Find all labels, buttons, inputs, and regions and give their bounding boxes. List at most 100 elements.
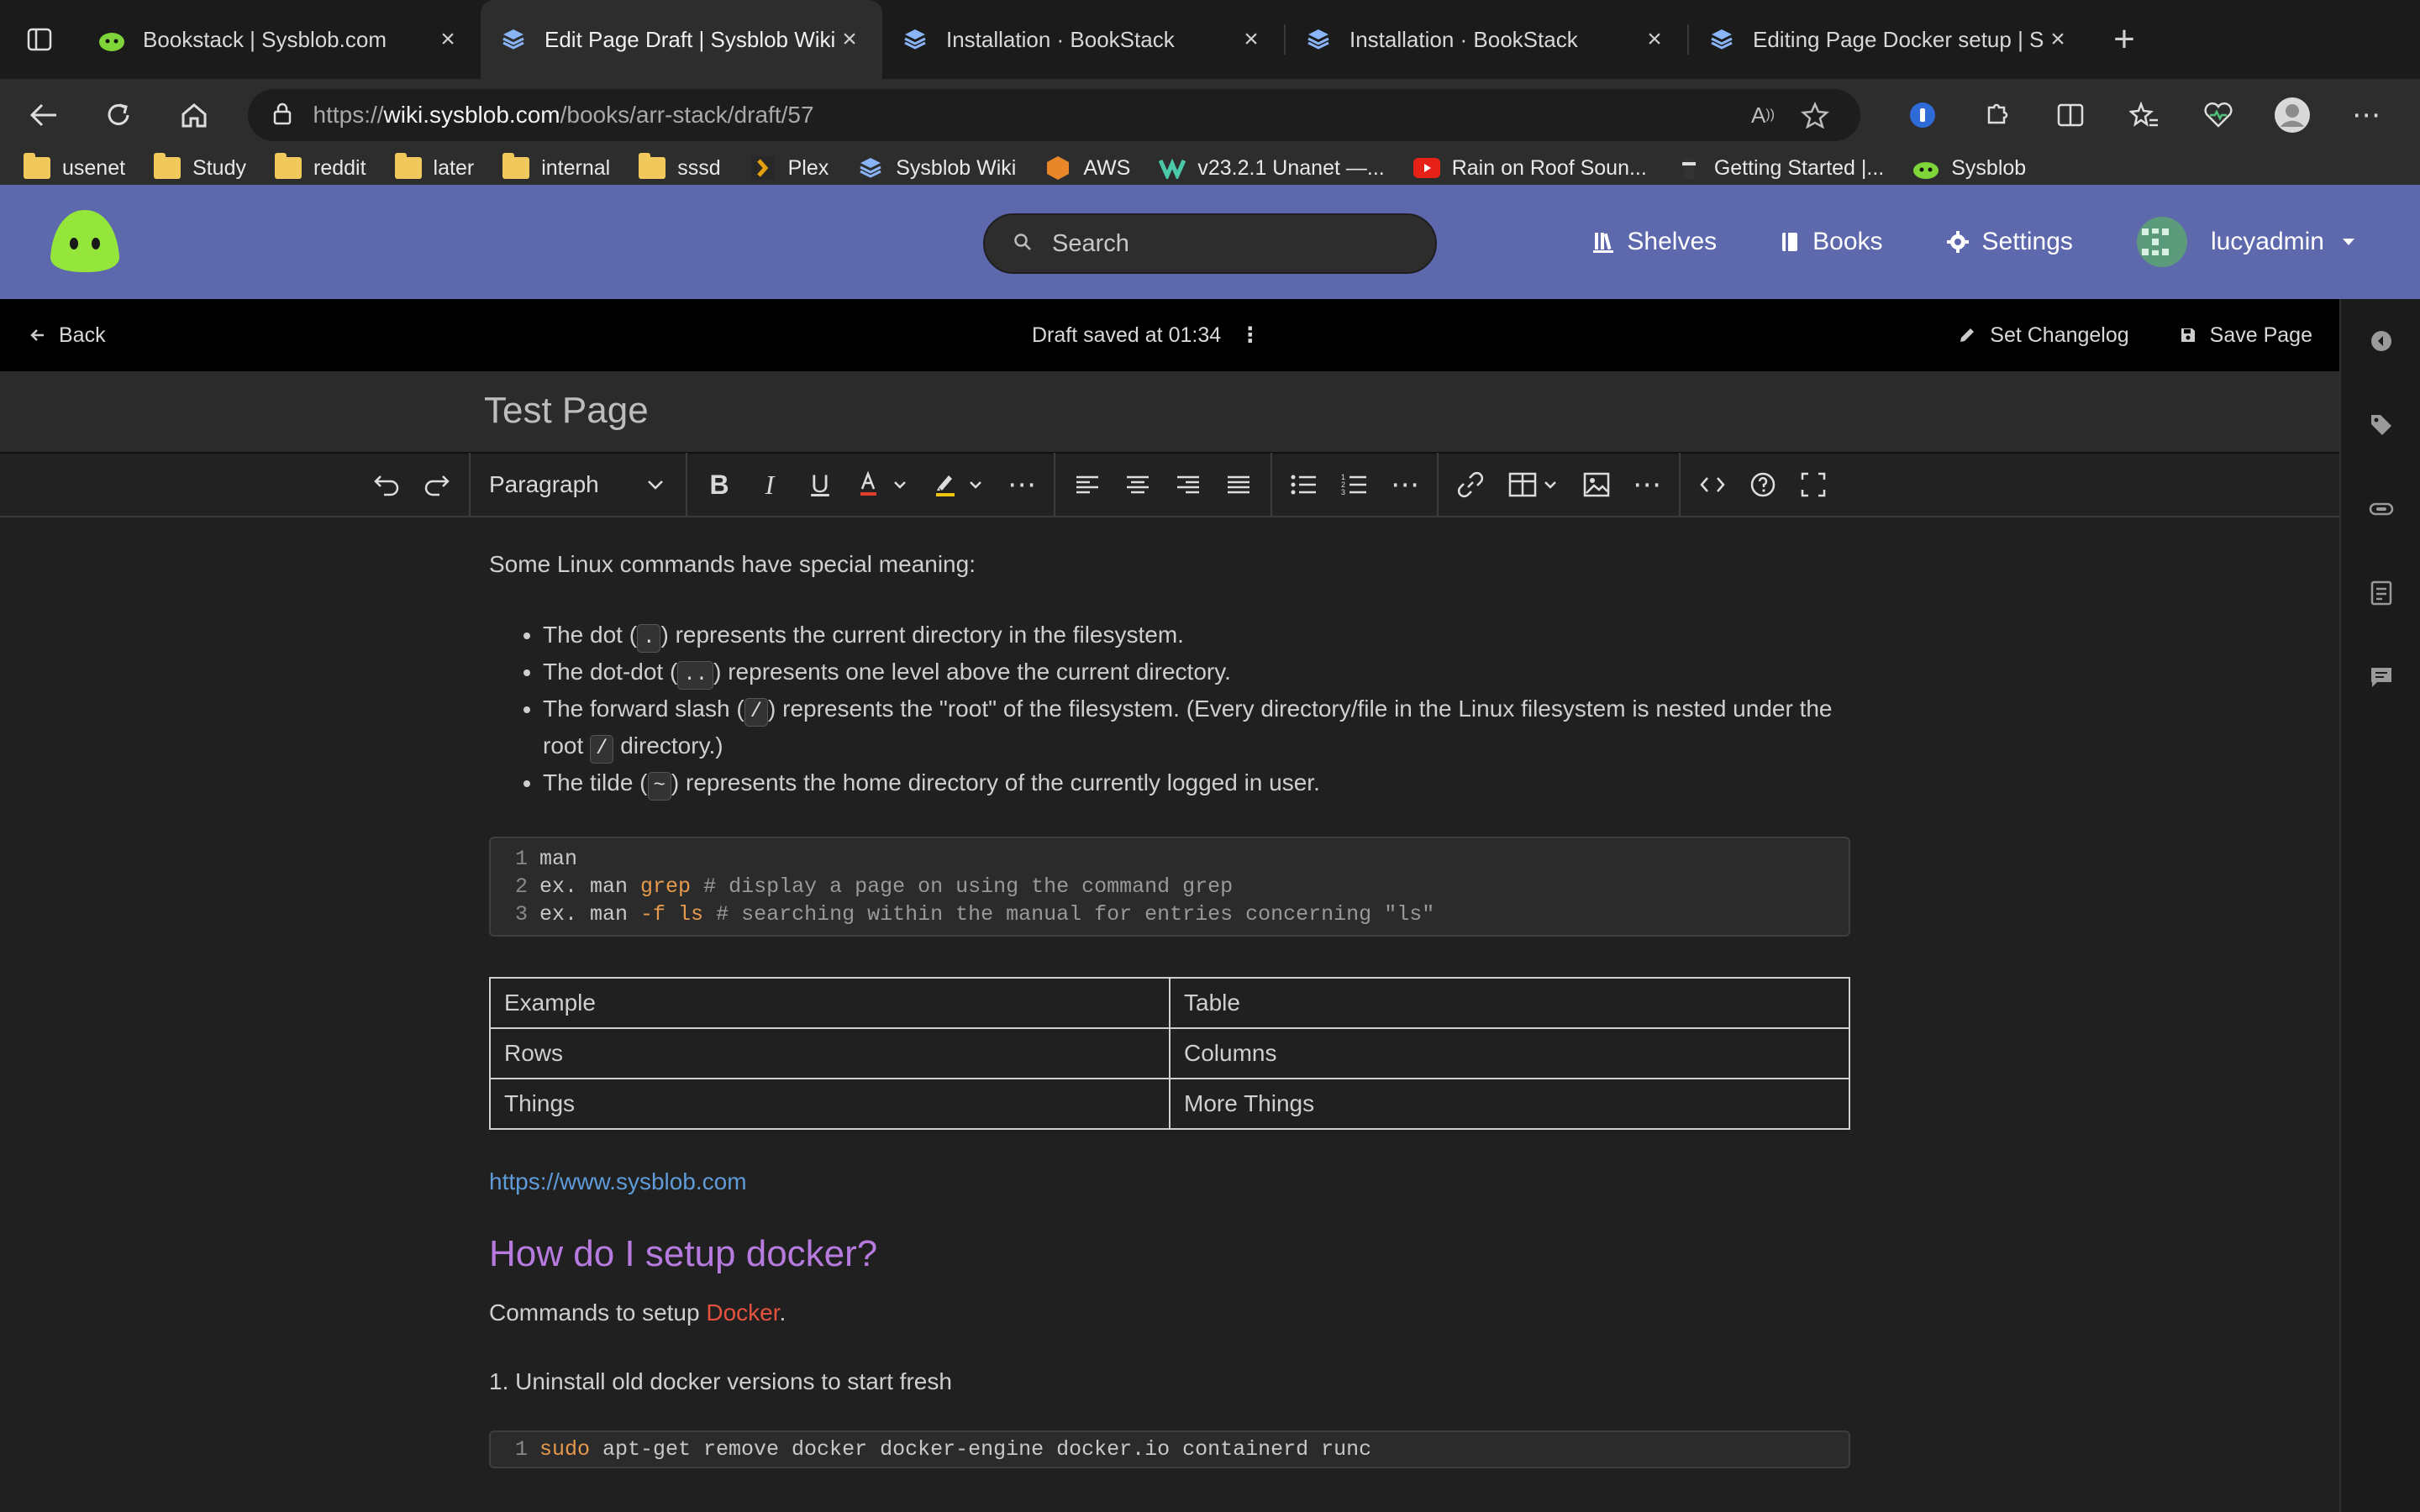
new-tab-button[interactable]: + — [2091, 0, 2158, 79]
lock-icon[interactable] — [273, 102, 292, 129]
close-icon[interactable]: × — [1237, 25, 1265, 54]
youtube-icon — [1413, 155, 1440, 181]
bookmark-unanet[interactable]: v23.2.1 Unanet —... — [1159, 155, 1385, 181]
bookmark-getting-started[interactable]: Getting Started |... — [1676, 155, 1884, 181]
bold-icon[interactable]: B — [694, 461, 744, 508]
bullet-list-icon[interactable] — [1279, 461, 1329, 508]
image-icon[interactable] — [1571, 461, 1622, 508]
nav-shelves[interactable]: Shelves — [1593, 228, 1717, 256]
sysblob-link[interactable]: https://www.sysblob.com — [489, 1163, 1850, 1200]
read-aloud-icon[interactable]: A)) — [1743, 95, 1783, 135]
url-text[interactable]: https://wiki.sysblob.com/books/arr-stack… — [313, 102, 1731, 129]
extensions-icon[interactable] — [1960, 88, 2033, 142]
browser-tab[interactable]: Bookstack | Sysblob.com × — [79, 0, 481, 79]
close-icon[interactable]: × — [2044, 25, 2072, 54]
password-manager-icon[interactable] — [1886, 88, 1960, 142]
favorites-icon[interactable] — [2107, 88, 2181, 142]
bookmark-study[interactable]: Study — [154, 153, 246, 181]
browser-tab[interactable]: Installation · BookStack × — [882, 0, 1284, 79]
table-cell[interactable]: Columns — [1169, 1027, 1850, 1079]
bookstack-logo-icon[interactable] — [47, 207, 123, 276]
italic-icon[interactable]: I — [744, 461, 795, 508]
bookstack-blue-icon — [1304, 25, 1333, 54]
user-menu[interactable]: lucyadmin — [2136, 217, 2370, 267]
search-input[interactable] — [1052, 229, 1405, 258]
back-arrow-icon — [30, 329, 44, 341]
kebab-menu-icon[interactable]: ⋮ — [1239, 323, 1260, 348]
bookmark-internal[interactable]: internal — [502, 153, 610, 181]
set-changelog-button[interactable]: Set Changelog — [1958, 323, 2129, 348]
more-insert-icon[interactable]: ⋯ — [1622, 461, 1672, 508]
link-icon[interactable] — [1445, 461, 1496, 508]
comments-icon[interactable] — [2341, 635, 2420, 719]
close-icon[interactable]: × — [835, 25, 864, 54]
table-icon[interactable] — [1496, 461, 1571, 508]
more-menu-icon[interactable]: ⋯ — [2329, 88, 2403, 142]
table-cell[interactable]: Table — [1169, 977, 1850, 1029]
bookmark-rain-on-roof[interactable]: Rain on Roof Soun... — [1413, 155, 1647, 181]
favorite-star-icon[interactable] — [1795, 95, 1835, 135]
attachment-icon[interactable] — [2341, 467, 2420, 551]
source-code-icon[interactable] — [1687, 461, 1738, 508]
back-arrow-icon[interactable] — [17, 88, 71, 142]
templates-icon[interactable] — [2341, 551, 2420, 635]
draft-status[interactable]: Draft saved at 01:34 ⋮ — [1032, 323, 1260, 348]
address-bar[interactable]: https://wiki.sysblob.com/books/arr-stack… — [247, 89, 1860, 141]
home-icon[interactable] — [167, 88, 221, 142]
browser-essentials-icon[interactable] — [2181, 88, 2255, 142]
docker-link[interactable]: Docker — [706, 1299, 779, 1326]
page-title-input[interactable] — [484, 390, 1492, 432]
undo-icon[interactable] — [361, 461, 412, 508]
fullscreen-icon[interactable] — [1788, 461, 1839, 508]
split-screen-icon[interactable] — [2033, 88, 2107, 142]
header-search[interactable] — [983, 213, 1437, 274]
code-block[interactable]: 1 sudo apt-get remove docker docker-engin… — [489, 1431, 1850, 1468]
bookmark-sssd[interactable]: sssd — [639, 153, 721, 181]
document-body[interactable]: Some Linux commands have special meaning… — [489, 517, 1850, 1468]
table-cell[interactable]: Things — [489, 1078, 1171, 1130]
bookmark-sysblob-wiki[interactable]: Sysblob Wiki — [857, 155, 1016, 181]
browser-tab-active[interactable]: Edit Page Draft | Sysblob Wiki × — [481, 0, 882, 79]
table-cell[interactable]: Example — [489, 977, 1171, 1029]
close-icon[interactable]: × — [434, 25, 462, 54]
code-block[interactable]: 1 man 2 ex. man grep # display a page on u… — [489, 837, 1850, 937]
more-lists-icon[interactable]: ⋯ — [1380, 461, 1430, 508]
content-table[interactable]: Example Table Rows Columns Things More Thin… — [489, 977, 1850, 1130]
redo-icon[interactable] — [412, 461, 462, 508]
bookmark-later[interactable]: later — [394, 153, 474, 181]
profile-avatar-icon[interactable] — [2255, 88, 2329, 142]
browser-tab[interactable]: Installation · BookStack × — [1286, 0, 1687, 79]
underline-icon[interactable]: U — [795, 461, 845, 508]
align-justify-icon[interactable] — [1213, 461, 1264, 508]
close-icon[interactable]: × — [1640, 25, 1669, 54]
save-page-button[interactable]: Save Page — [2180, 323, 2312, 348]
numbered-list-icon[interactable]: 123 — [1329, 461, 1380, 508]
align-right-icon[interactable] — [1163, 461, 1213, 508]
bookmark-sysblob[interactable]: Sysblob — [1912, 155, 2026, 181]
text-color-icon[interactable] — [845, 461, 921, 508]
folder-icon — [275, 153, 302, 181]
refresh-icon[interactable] — [92, 88, 146, 142]
highlight-color-icon[interactable] — [921, 461, 997, 508]
nav-books[interactable]: Books — [1781, 228, 1883, 256]
bookmark-reddit[interactable]: reddit — [275, 153, 366, 181]
bookmark-aws[interactable]: AWS — [1044, 155, 1130, 181]
bookmark-usenet[interactable]: usenet — [24, 153, 125, 181]
browser-tab[interactable]: Editing Page Docker setup | Sy × — [1689, 0, 2091, 79]
tab-actions-icon[interactable] — [0, 0, 79, 79]
tag-icon[interactable] — [2341, 383, 2420, 467]
align-left-icon[interactable] — [1062, 461, 1113, 508]
chevron-down-icon — [648, 480, 663, 490]
nav-settings[interactable]: Settings — [1946, 228, 2073, 256]
table-cell[interactable]: More Things — [1169, 1078, 1850, 1130]
bookmark-plex[interactable]: Plex — [750, 155, 829, 181]
align-center-icon[interactable] — [1113, 461, 1163, 508]
more-formatting-icon[interactable]: ⋯ — [997, 461, 1047, 508]
editor-content[interactable]: Some Linux commands have special meaning… — [0, 517, 2339, 1512]
back-button[interactable]: Back — [29, 323, 106, 348]
page-title-bar — [0, 371, 2339, 454]
table-cell[interactable]: Rows — [489, 1027, 1171, 1079]
toggle-sidebar-icon[interactable] — [2341, 299, 2420, 383]
help-icon[interactable] — [1738, 461, 1788, 508]
block-format-select[interactable]: Paragraph — [477, 461, 679, 508]
